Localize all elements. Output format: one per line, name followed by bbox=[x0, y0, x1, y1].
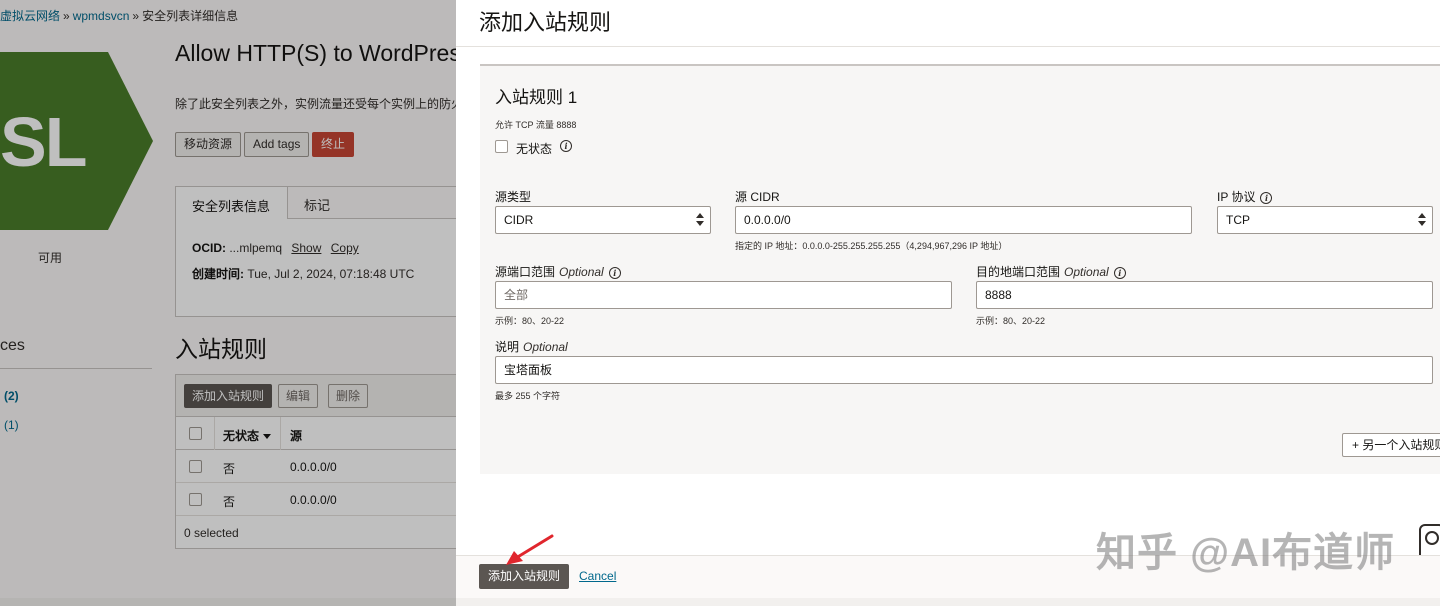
source-type-select[interactable]: CIDR bbox=[495, 206, 711, 234]
select-arrows-icon bbox=[696, 213, 704, 227]
optional-tag: Optional bbox=[523, 340, 568, 354]
ip-protocol-value: TCP bbox=[1226, 213, 1250, 227]
info-icon[interactable]: i bbox=[608, 266, 621, 279]
optional-tag: Optional bbox=[1064, 265, 1109, 279]
source-cidr-input[interactable]: 0.0.0.0/0 bbox=[735, 206, 1192, 234]
info-icon[interactable]: i bbox=[1260, 191, 1273, 204]
dest-port-input[interactable]: 8888 bbox=[976, 281, 1433, 309]
description-hint: 最多 255 个字符 bbox=[495, 391, 561, 401]
description-label-text: 说明 bbox=[495, 340, 520, 354]
watermark: 知乎 @AI布道师 bbox=[1096, 531, 1396, 575]
source-type-label: 源类型 bbox=[495, 190, 532, 204]
drawer-title: 添加入站规则 bbox=[479, 10, 612, 35]
drawer-page-footer bbox=[456, 598, 1440, 606]
source-type-value: CIDR bbox=[504, 213, 534, 227]
optional-tag: Optional bbox=[559, 265, 604, 279]
source-cidr-hint: 指定的 IP 地址：0.0.0.0-255.255.255.255（4,294,… bbox=[735, 241, 1008, 251]
red-arrow-annotation-icon bbox=[506, 534, 554, 565]
cancel-link[interactable]: Cancel bbox=[579, 569, 616, 583]
info-icon[interactable]: i bbox=[1113, 266, 1126, 279]
rule-summary: 允许 TCP 流量 8888 bbox=[495, 120, 577, 130]
ip-protocol-select[interactable]: TCP bbox=[1217, 206, 1433, 234]
another-ingress-rule-button[interactable]: + 另一个入站规则 bbox=[1342, 433, 1440, 457]
dest-port-label-text: 目的地端口范围 bbox=[976, 265, 1061, 279]
source-port-label-text: 源端口范围 bbox=[495, 265, 556, 279]
stateless-checkbox[interactable] bbox=[495, 140, 508, 153]
stateless-label: 无状态 bbox=[516, 142, 553, 156]
select-arrows-icon bbox=[1418, 213, 1426, 227]
source-port-hint: 示例：80、20-22 bbox=[495, 316, 565, 326]
info-icon[interactable]: i bbox=[560, 140, 572, 152]
ip-protocol-label: IP 协议 i bbox=[1217, 188, 1273, 205]
rule-title: 入站规则 1 bbox=[495, 88, 578, 107]
source-cidr-label: 源 CIDR bbox=[735, 190, 780, 204]
drawer-body: 入站规则 1 允许 TCP 流量 8888 无状态 i 源类型 CIDR 源 C… bbox=[456, 47, 1440, 576]
description-input[interactable]: 宝塔面板 bbox=[495, 356, 1433, 384]
drawer-header: 添加入站规则 bbox=[456, 0, 1440, 47]
dest-port-label: 目的地端口范围 Optional i bbox=[976, 263, 1126, 280]
source-port-label: 源端口范围 Optional i bbox=[495, 263, 621, 280]
ip-protocol-label-text: IP 协议 bbox=[1217, 190, 1256, 204]
description-label: 说明 Optional bbox=[495, 338, 568, 355]
source-port-input[interactable]: 全部 bbox=[495, 281, 952, 309]
help-face-icon bbox=[1425, 531, 1439, 545]
ingress-rule-card: 入站规则 1 允许 TCP 流量 8888 无状态 i 源类型 CIDR 源 C… bbox=[480, 64, 1440, 474]
dest-port-hint: 示例：80、20-22 bbox=[976, 316, 1046, 326]
add-ingress-rules-drawer: 添加入站规则 入站规则 1 允许 TCP 流量 8888 无状态 i 源类型 C… bbox=[456, 0, 1440, 606]
